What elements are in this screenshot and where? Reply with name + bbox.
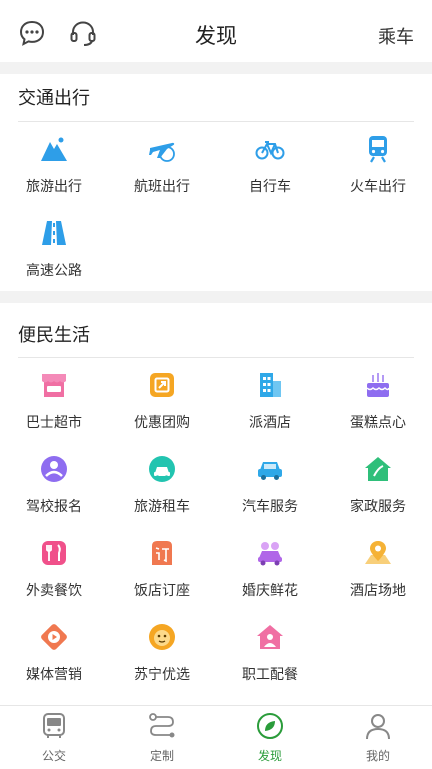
grid-item-label: 航班出行 [134, 179, 190, 195]
bicycle-icon [255, 141, 285, 160]
grid-item-bicycle[interactable]: 自行车 [216, 134, 324, 218]
grid-item-label: 外卖餐饮 [26, 583, 82, 599]
shop-icon [42, 374, 66, 397]
grid-item-label: 优惠团购 [134, 415, 190, 431]
divider [18, 121, 414, 122]
grid-item-label: 家政服务 [350, 499, 406, 515]
grid-item-housekeeping[interactable]: 家政服务 [324, 454, 432, 538]
rental-car-icon [149, 456, 175, 482]
tab-label: 我的 [365, 749, 390, 763]
divider [18, 357, 414, 358]
tab-label: 公交 [41, 749, 66, 763]
grid-item-label: 婚庆鲜花 [242, 583, 298, 599]
tab-label: 发现 [257, 749, 282, 763]
section-separator [0, 62, 432, 74]
grid-item-label: 职工配餐 [242, 667, 298, 683]
grid-item-label: 火车出行 [350, 179, 406, 195]
grid-item-label: 汽车服务 [242, 499, 298, 515]
car-icon [258, 462, 282, 480]
section-title-transport: 交通出行 [18, 88, 90, 109]
person-icon [366, 714, 390, 740]
grid-item-wedding-flowers[interactable]: 婚庆鲜花 [216, 538, 324, 622]
ride-button[interactable]: 乘车 [378, 23, 414, 49]
grid-item-hotel[interactable]: 派酒店 [216, 370, 324, 454]
grid-item-train[interactable]: 火车出行 [324, 134, 432, 218]
grid-item-label: 高速公路 [26, 263, 82, 279]
grid-item-flight[interactable]: 航班出行 [108, 134, 216, 218]
compass-leaf-icon [257, 713, 283, 739]
house-icon [365, 457, 391, 481]
reserve-icon [152, 541, 172, 565]
airplane-icon [149, 142, 175, 162]
grid-item-label: 巴士超市 [26, 415, 82, 431]
grid-item-bus-mart[interactable]: 巴士超市 [0, 370, 108, 454]
location-pin-icon [365, 541, 391, 564]
media-play-icon [41, 624, 67, 650]
grid-item-group-buy[interactable]: 优惠团购 [108, 370, 216, 454]
grid-item-media-marketing[interactable]: 媒体营销 [0, 622, 108, 706]
tab-label: 定制 [149, 749, 174, 763]
wedding-car-icon [258, 542, 282, 566]
grid-item-label: 苏宁优选 [134, 667, 190, 683]
section-title-life: 便民生活 [18, 325, 90, 346]
cake-icon [366, 373, 390, 397]
hotel-building-icon [260, 373, 281, 397]
grid-item-label: 媒体营销 [26, 667, 82, 683]
grid-item-driving-school[interactable]: 驾校报名 [0, 454, 108, 538]
grid-item-travel[interactable]: 旅游出行 [0, 134, 108, 218]
grid-item-car-rental[interactable]: 旅游租车 [108, 454, 216, 538]
grid-item-label: 旅游租车 [134, 499, 190, 515]
grid-item-label: 酒店场地 [350, 583, 406, 599]
grid-item-label: 饭店订座 [134, 583, 190, 599]
grid-item-hotel-venue[interactable]: 酒店场地 [324, 538, 432, 622]
tab-discover[interactable]: 发现 [216, 706, 324, 769]
highway-icon [42, 221, 66, 245]
grid-item-car-service[interactable]: 汽车服务 [216, 454, 324, 538]
top-header: 发现 乘车 [0, 0, 432, 66]
train-icon [369, 136, 387, 163]
page-title: 发现 [195, 24, 237, 48]
tab-mine[interactable]: 我的 [324, 706, 432, 769]
grid-item-label: 自行车 [249, 179, 291, 195]
grid-item-label: 派酒店 [249, 415, 291, 431]
coupon-icon [150, 373, 174, 397]
tab-bus[interactable]: 公交 [0, 706, 108, 769]
grid-item-highway[interactable]: 高速公路 [0, 218, 108, 302]
home-meal-icon [257, 625, 283, 649]
driver-icon [41, 456, 67, 482]
grid-item-restaurant-booking[interactable]: 饭店订座 [108, 538, 216, 622]
grid-item-cake[interactable]: 蛋糕点心 [324, 370, 432, 454]
bus-icon [43, 713, 65, 738]
section-separator [0, 291, 432, 303]
grid-item-label: 驾校报名 [26, 499, 82, 515]
bottom-tab-bar: 公交 定制 发现 我的 [0, 705, 432, 768]
tab-custom[interactable]: 定制 [108, 706, 216, 769]
grid-item-takeout[interactable]: 外卖餐饮 [0, 538, 108, 622]
lion-icon [149, 624, 175, 650]
grid-item-label: 旅游出行 [26, 179, 82, 195]
grid-item-label: 蛋糕点心 [350, 415, 406, 431]
fork-knife-icon [42, 541, 66, 565]
route-icon [149, 713, 175, 738]
grid-item-staff-meals[interactable]: 职工配餐 [216, 622, 324, 706]
mountain-icon [41, 137, 67, 161]
grid-item-suning[interactable]: 苏宁优选 [108, 622, 216, 706]
